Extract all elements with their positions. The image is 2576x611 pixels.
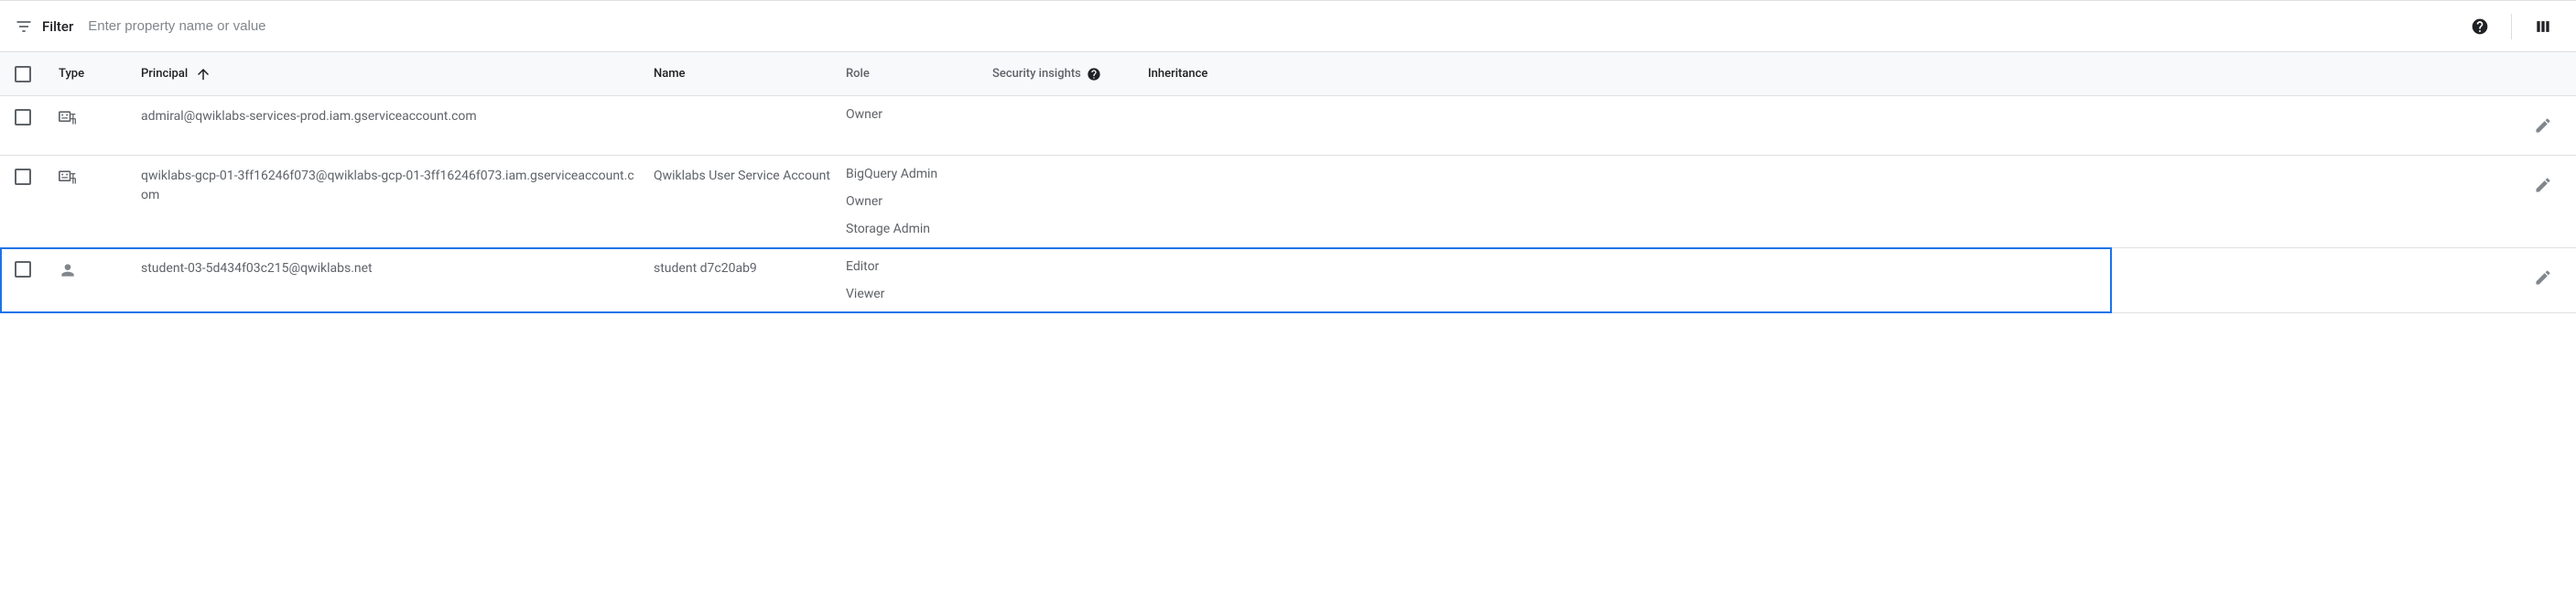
row-role: Editor Viewer: [846, 259, 992, 301]
header-principal-label: Principal: [141, 67, 188, 81]
role-item: Editor: [846, 259, 992, 274]
row-principal: qwiklabs-gcp-01-3ff16246f073@qwiklabs-gc…: [141, 167, 654, 205]
header-inheritance[interactable]: Inheritance: [1148, 67, 1276, 81]
columns-icon: [2534, 17, 2552, 36]
help-icon: [2471, 17, 2489, 36]
select-all-checkbox[interactable]: [15, 66, 31, 82]
table-row: student-03-5d434f03c215@qwiklabs.net stu…: [0, 248, 2576, 313]
role-item: Viewer: [846, 287, 992, 301]
name-text: Qwiklabs User Service Account: [654, 167, 837, 186]
header-name[interactable]: Name: [654, 67, 846, 81]
role-list: BigQuery Admin Owner Storage Admin: [846, 167, 992, 236]
row-checkbox[interactable]: [15, 169, 31, 185]
help-button[interactable]: [2462, 8, 2498, 45]
row-name: Qwiklabs User Service Account: [654, 167, 846, 186]
row-actions: [1276, 107, 2561, 144]
edit-button[interactable]: [2525, 167, 2561, 203]
row-checkbox-cell: [15, 259, 59, 278]
edit-icon: [2534, 268, 2552, 287]
role-item: Owner: [846, 194, 992, 209]
divider: [2511, 14, 2512, 39]
header-type[interactable]: Type: [59, 67, 141, 81]
edit-button[interactable]: [2525, 259, 2561, 296]
filter-right: [2462, 8, 2561, 45]
header-security-label: Security insights: [992, 67, 1081, 81]
edit-button[interactable]: [2525, 107, 2561, 144]
principal-text: admiral@qwiklabs-services-prod.iam.gserv…: [141, 107, 635, 126]
row-checkbox-cell: [15, 107, 59, 125]
role-list: Owner: [846, 107, 992, 122]
service-account-icon: [59, 169, 77, 185]
filter-input[interactable]: [88, 15, 2451, 38]
column-settings-button[interactable]: [2525, 8, 2561, 45]
row-role: BigQuery Admin Owner Storage Admin: [846, 167, 992, 236]
filter-bar: Filter: [0, 1, 2576, 52]
role-list: Editor Viewer: [846, 259, 992, 301]
edit-icon: [2534, 116, 2552, 135]
help-icon: [1087, 67, 1101, 82]
row-checkbox-cell: [15, 167, 59, 185]
role-item: Storage Admin: [846, 222, 992, 236]
row-principal: admiral@qwiklabs-services-prod.iam.gserv…: [141, 107, 654, 126]
row-type: [59, 107, 141, 129]
filter-icon: [15, 17, 33, 36]
role-item: BigQuery Admin: [846, 167, 992, 181]
row-actions: [1276, 259, 2561, 296]
filter-label-group: Filter: [15, 17, 73, 36]
header-role[interactable]: Role: [846, 67, 992, 81]
row-checkbox[interactable]: [15, 109, 31, 125]
person-icon: [59, 261, 77, 279]
header-security[interactable]: Security insights: [992, 67, 1148, 82]
row-checkbox[interactable]: [15, 261, 31, 278]
table-row: qwiklabs-gcp-01-3ff16246f073@qwiklabs-gc…: [0, 156, 2576, 248]
principal-text: student-03-5d434f03c215@qwiklabs.net: [141, 259, 635, 278]
sort-ascending-icon: [195, 66, 211, 82]
filter-label: Filter: [42, 18, 73, 35]
table-header: Type Principal Name Role Security insigh…: [0, 52, 2576, 96]
edit-icon: [2534, 176, 2552, 194]
service-account-icon: [59, 109, 77, 125]
row-role: Owner: [846, 107, 992, 122]
role-item: Owner: [846, 107, 992, 122]
row-principal: student-03-5d434f03c215@qwiklabs.net: [141, 259, 654, 278]
header-principal[interactable]: Principal: [141, 66, 654, 82]
filter-left: Filter: [15, 15, 2451, 38]
row-name: student d7c20ab9: [654, 259, 846, 278]
principal-text: qwiklabs-gcp-01-3ff16246f073@qwiklabs-gc…: [141, 167, 635, 205]
row-type: [59, 259, 141, 283]
row-type: [59, 167, 141, 189]
table-body: admiral@qwiklabs-services-prod.iam.gserv…: [0, 96, 2576, 313]
row-actions: [1276, 167, 2561, 203]
table-row: admiral@qwiklabs-services-prod.iam.gserv…: [0, 96, 2576, 156]
name-text: student d7c20ab9: [654, 259, 837, 278]
header-checkbox-cell: [15, 66, 59, 82]
